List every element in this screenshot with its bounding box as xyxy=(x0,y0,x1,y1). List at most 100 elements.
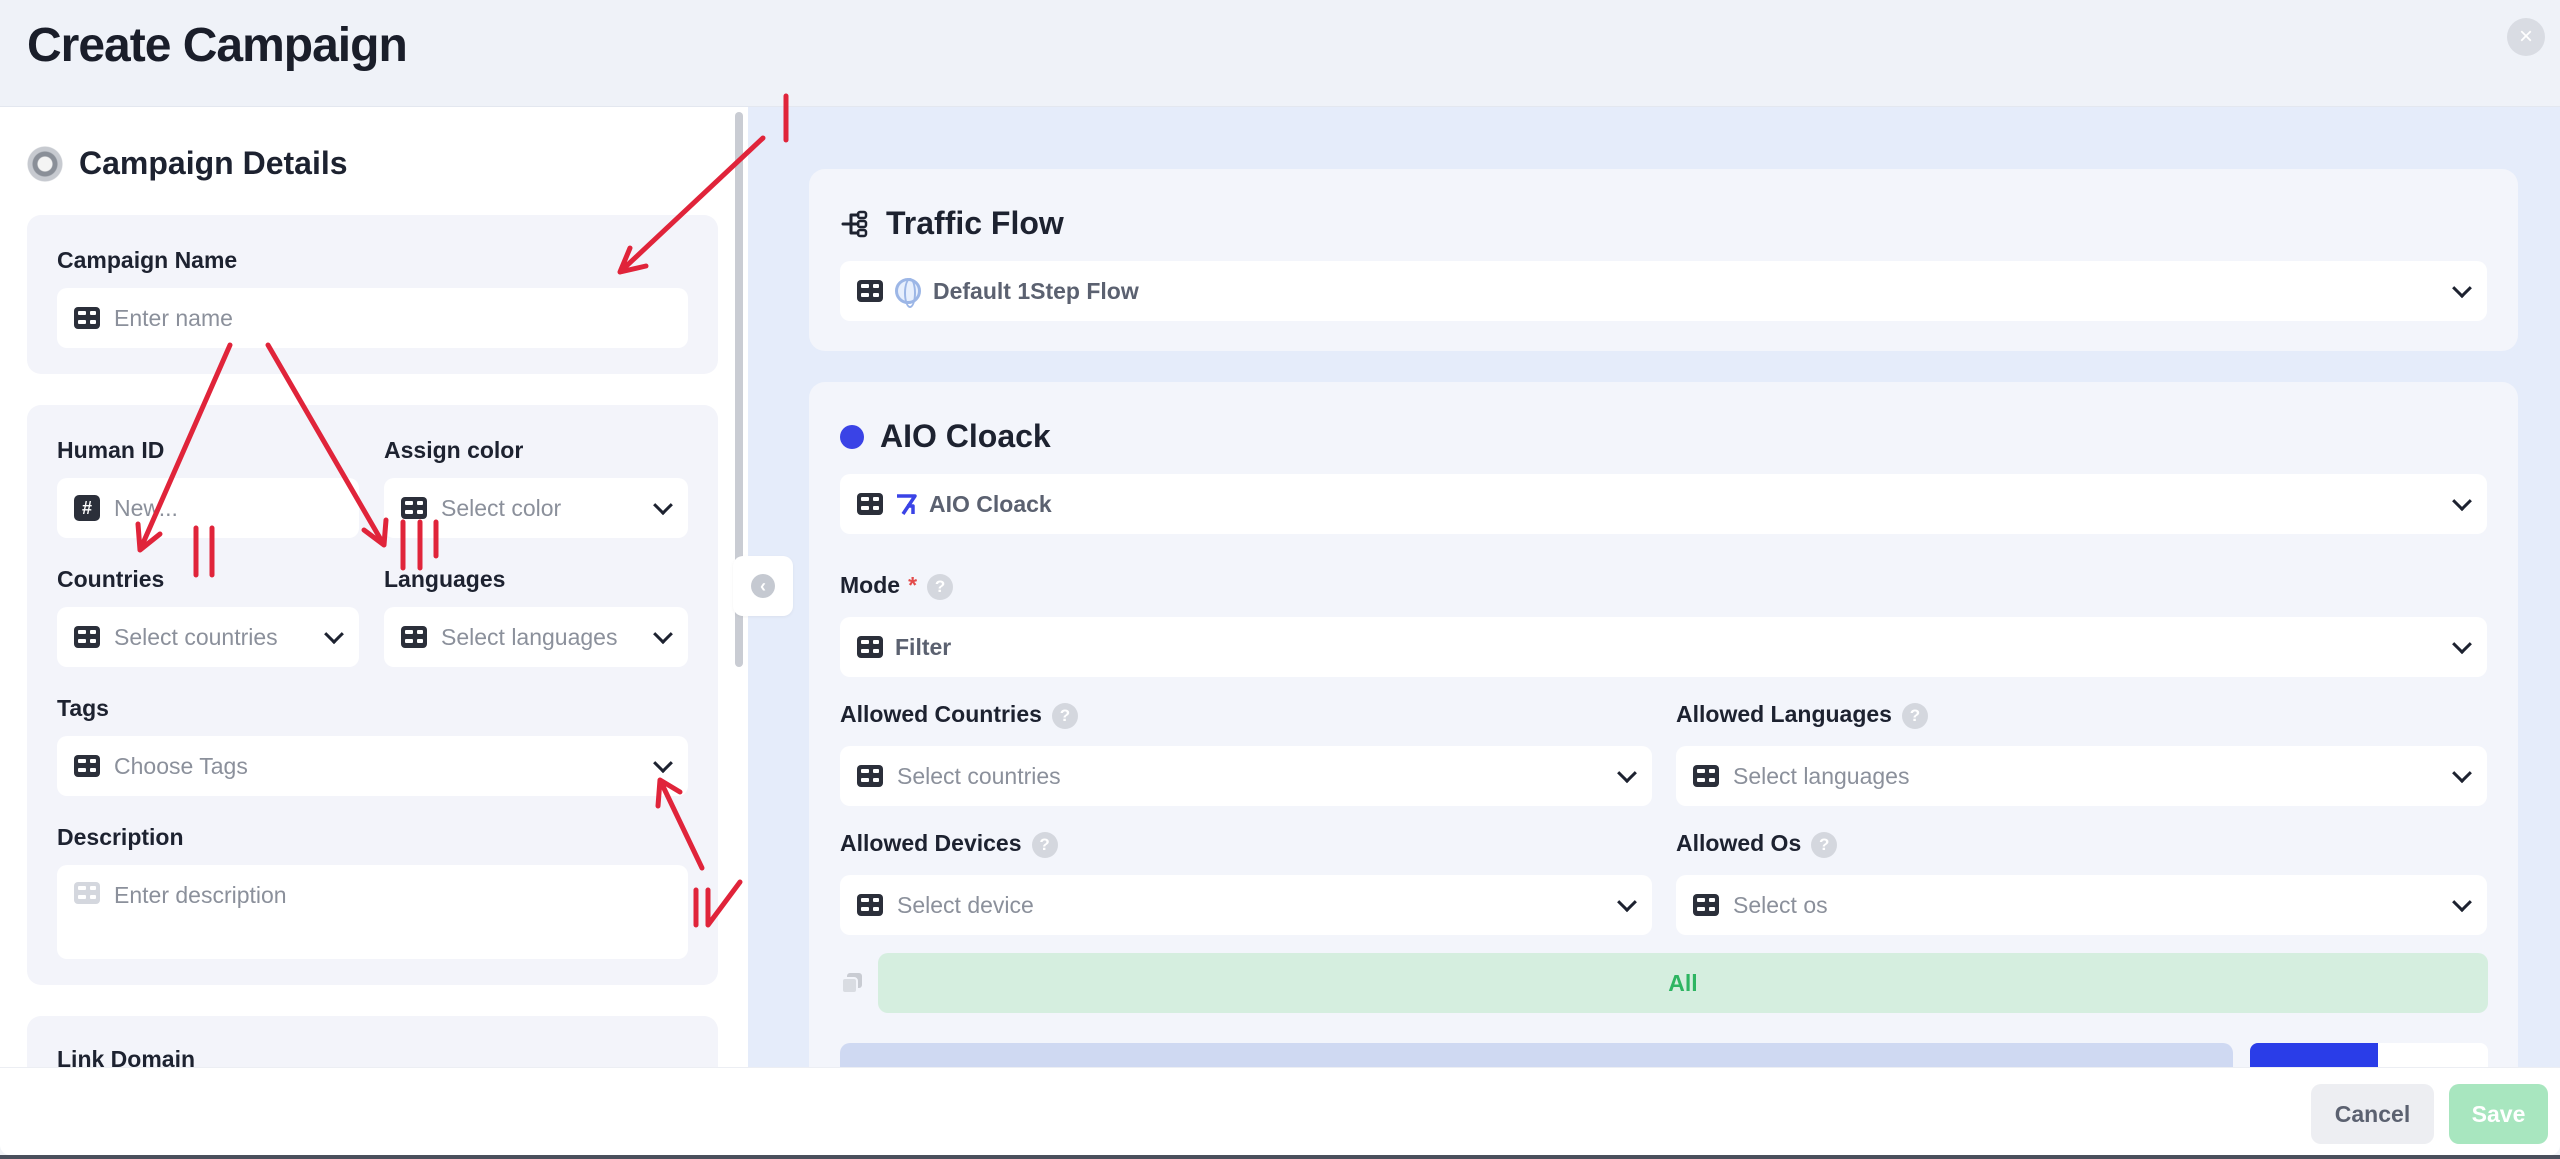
required-marker: * xyxy=(908,572,918,598)
aio-provider-value: AIO Cloack xyxy=(929,490,1052,517)
allowed-os-label-text: Allowed Os xyxy=(1676,830,1802,856)
assign-color-label: Assign color xyxy=(384,437,524,463)
chevron-down-icon xyxy=(2452,491,2472,512)
allowed-countries-select[interactable]: Select countries xyxy=(840,746,1652,806)
allowed-os-select[interactable]: Select os xyxy=(1676,875,2487,935)
chevron-down-icon xyxy=(653,624,673,645)
mode-value: Filter xyxy=(895,633,952,660)
help-icon[interactable]: ? xyxy=(1031,831,1058,858)
traffic-flow-title: Traffic Flow xyxy=(886,205,1064,241)
traffic-flow-value: Default 1Step Flow xyxy=(933,277,1139,304)
chevron-down-icon xyxy=(2452,892,2472,913)
help-icon[interactable]: ? xyxy=(1051,702,1078,729)
all-rule-button[interactable]: All xyxy=(878,953,2488,1013)
tags-select[interactable]: Choose Tags xyxy=(57,736,688,796)
human-id-input[interactable]: # New... xyxy=(57,478,359,538)
allowed-devices-placeholder: Select device xyxy=(897,891,1034,918)
field-icon xyxy=(1693,765,1719,787)
aio-title: AIO Cloack xyxy=(880,418,1051,454)
add-rule-bar[interactable] xyxy=(840,1043,2233,1067)
countries-select[interactable]: Select countries xyxy=(57,607,359,667)
tags-label: Tags xyxy=(57,695,109,721)
mode-select[interactable]: Filter xyxy=(840,617,2487,677)
section-title: Campaign Details xyxy=(79,145,348,181)
traffic-flow-card: Traffic Flow Default 1Step Flow xyxy=(809,169,2518,351)
campaign-name-placeholder: Enter name xyxy=(114,304,233,331)
assign-color-select[interactable]: Select color xyxy=(384,478,688,538)
campaign-name-card: Campaign Name Enter name xyxy=(27,215,718,374)
chevron-down-icon xyxy=(2452,634,2472,655)
rule-toggle-inactive[interactable] xyxy=(2378,1043,2488,1067)
field-icon xyxy=(401,626,427,648)
countries-placeholder: Select countries xyxy=(114,623,278,650)
allowed-countries-label: Allowed Countries? xyxy=(840,701,1078,729)
allowed-countries-label-text: Allowed Countries xyxy=(840,701,1042,727)
chevron-down-icon xyxy=(1617,763,1637,784)
aio-heading: AIO Cloack xyxy=(840,418,1051,455)
traffic-flow-heading: Traffic Flow xyxy=(840,205,1064,242)
description-placeholder: Enter description xyxy=(114,882,287,908)
languages-placeholder: Select languages xyxy=(441,623,618,650)
countries-label: Countries xyxy=(57,566,165,592)
description-textarea[interactable]: Enter description xyxy=(57,865,688,959)
human-id-placeholder: New... xyxy=(114,494,178,521)
chevron-down-icon xyxy=(2452,763,2472,784)
allowed-languages-label-text: Allowed Languages xyxy=(1676,701,1892,727)
field-icon xyxy=(74,307,100,329)
mode-label: Mode *? xyxy=(840,572,954,600)
aio-logo-icon xyxy=(897,494,917,515)
save-button[interactable]: Save xyxy=(2449,1084,2548,1144)
allowed-countries-placeholder: Select countries xyxy=(897,762,1061,789)
field-icon xyxy=(74,882,100,904)
field-icon xyxy=(857,493,883,515)
allowed-devices-label: Allowed Devices? xyxy=(840,830,1058,858)
traffic-flow-select[interactable]: Default 1Step Flow xyxy=(840,261,2487,321)
field-icon xyxy=(857,636,883,658)
languages-select[interactable]: Select languages xyxy=(384,607,688,667)
description-label: Description xyxy=(57,824,184,850)
modal-footer: Cancel Save xyxy=(0,1067,2560,1155)
human-id-label: Human ID xyxy=(57,437,165,463)
tags-placeholder: Choose Tags xyxy=(114,752,248,779)
flow-icon xyxy=(841,210,868,237)
copy-icon[interactable] xyxy=(840,971,864,995)
collapse-panel-button[interactable]: ‹ xyxy=(733,556,793,616)
campaign-config-pane[interactable]: Traffic Flow Default 1Step Flow AIO Cloa… xyxy=(748,107,2560,1067)
page-title: Create Campaign xyxy=(27,19,408,72)
help-icon[interactable]: ? xyxy=(1901,702,1928,729)
chevron-down-icon xyxy=(653,753,673,774)
field-icon xyxy=(401,497,427,519)
help-icon[interactable]: ? xyxy=(927,573,954,600)
languages-label: Languages xyxy=(384,566,506,592)
allowed-languages-select[interactable]: Select languages xyxy=(1676,746,2487,806)
allowed-devices-label-text: Allowed Devices xyxy=(840,830,1022,856)
allowed-os-label: Allowed Os? xyxy=(1676,830,1838,858)
chevron-down-icon xyxy=(2452,278,2472,299)
close-button[interactable]: × xyxy=(2507,18,2545,56)
rule-toggle-active[interactable] xyxy=(2250,1043,2378,1067)
hash-icon: # xyxy=(74,495,100,521)
field-icon xyxy=(857,280,883,302)
campaign-name-input[interactable]: Enter name xyxy=(57,288,688,348)
allowed-languages-placeholder: Select languages xyxy=(1733,762,1910,789)
link-domain-label: Link Domain xyxy=(57,1046,196,1067)
assign-color-placeholder: Select color xyxy=(441,494,562,521)
allowed-languages-label: Allowed Languages? xyxy=(1676,701,1928,729)
allowed-devices-select[interactable]: Select device xyxy=(840,875,1652,935)
status-dot-icon xyxy=(840,424,864,449)
field-icon xyxy=(1693,894,1719,916)
help-icon[interactable]: ? xyxy=(1811,831,1838,858)
link-domain-card: Link Domain xyxy=(27,1016,718,1067)
gear-icon xyxy=(27,145,63,182)
chevron-left-icon: ‹ xyxy=(751,574,775,598)
field-icon xyxy=(74,755,100,777)
field-icon xyxy=(74,626,100,648)
cancel-button[interactable]: Cancel xyxy=(2311,1084,2434,1144)
window-edge xyxy=(0,1155,2560,1159)
modal-header: Create Campaign × xyxy=(0,0,2560,107)
campaign-details-pane[interactable]: Campaign Details Campaign Name Enter nam… xyxy=(0,107,748,1067)
aio-provider-select[interactable]: AIO Cloack xyxy=(840,474,2487,534)
allowed-os-placeholder: Select os xyxy=(1733,891,1828,918)
campaign-details-heading: Campaign Details xyxy=(27,145,348,182)
close-icon: × xyxy=(2518,23,2533,50)
